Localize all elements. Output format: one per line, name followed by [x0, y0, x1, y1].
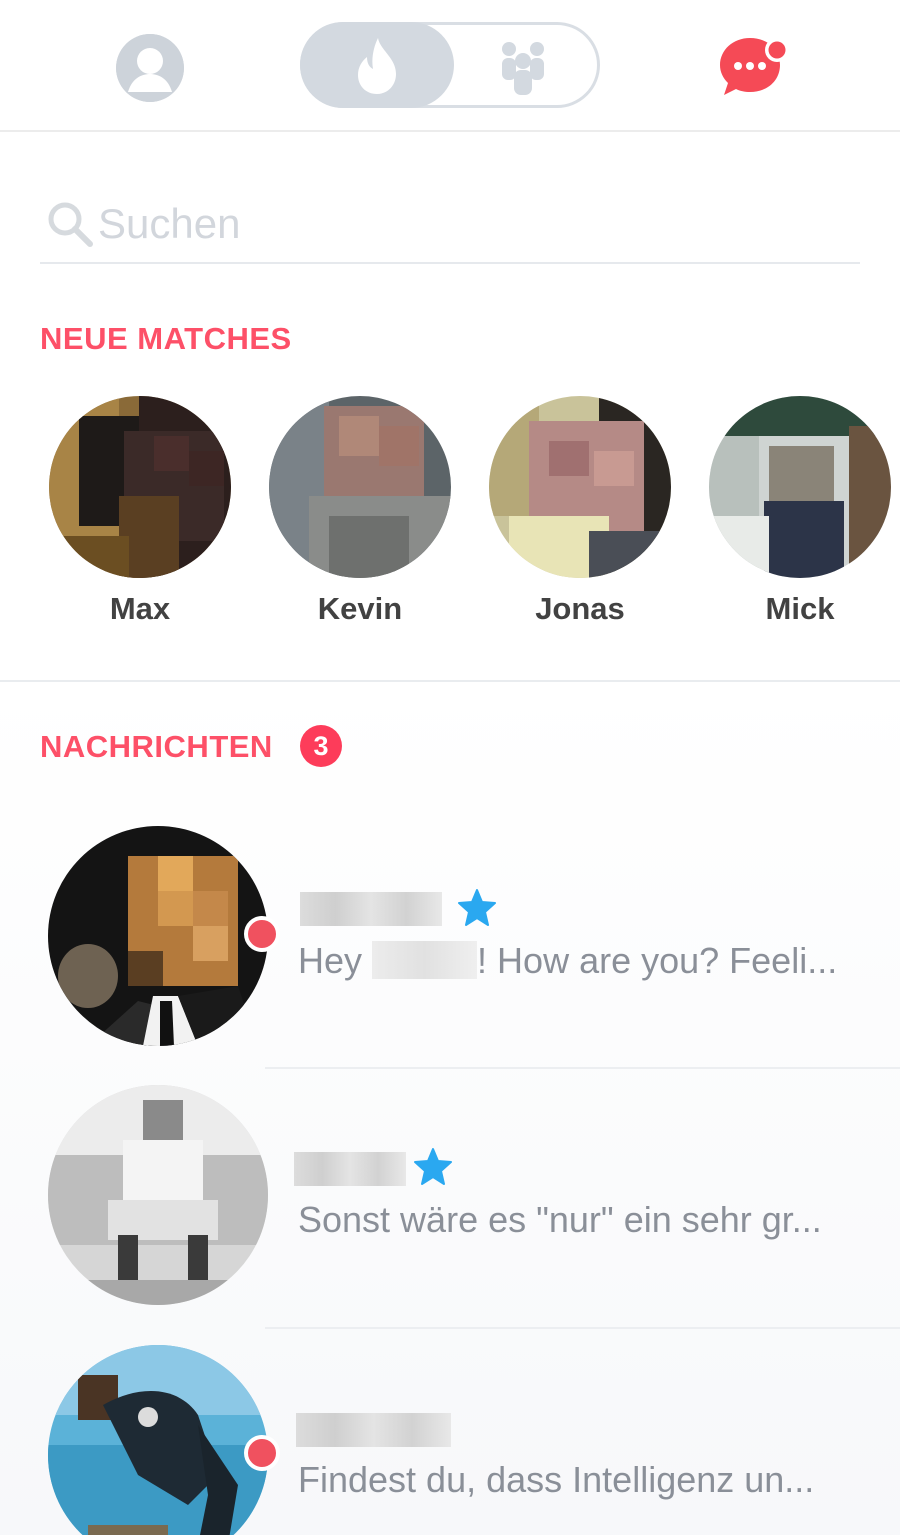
flame-icon — [358, 38, 396, 94]
chat-icon — [720, 38, 789, 95]
preview-start: Hey — [298, 940, 363, 981]
row-separator — [265, 1327, 900, 1329]
avatar-photo — [48, 1085, 268, 1305]
unread-indicator — [244, 916, 280, 952]
avatar[interactable] — [269, 396, 451, 578]
avatar[interactable] — [48, 826, 268, 1046]
match-item-max[interactable]: Max — [40, 396, 240, 636]
avatar-photo — [709, 396, 891, 578]
message-item[interactable]: Sonst wäre es "nur" ein sehr gr... — [0, 1067, 900, 1327]
social-icon[interactable] — [493, 37, 553, 97]
message-preview: Findest du, dass Intelligenz un... — [298, 1459, 815, 1500]
mode-toggle[interactable] — [300, 22, 600, 108]
new-matches-list: Max Kevin Jonas Mick — [0, 396, 900, 636]
avatar[interactable] — [48, 1345, 268, 1535]
messages-count-badge: 3 — [300, 725, 342, 767]
avatar-photo — [49, 396, 231, 578]
match-name: Mick — [765, 591, 835, 626]
unread-indicator — [244, 1435, 280, 1471]
match-name: Kevin — [317, 591, 403, 626]
search-input[interactable] — [98, 194, 798, 254]
avatar-photo — [269, 396, 451, 578]
match-name: Max — [109, 591, 171, 626]
preview-end: ! How are you? Feeli... — [477, 940, 838, 981]
search-icon — [48, 202, 93, 247]
super-like-star-icon — [414, 1148, 452, 1185]
avatar[interactable] — [48, 1085, 268, 1305]
match-item-mick[interactable]: Mick — [700, 396, 900, 636]
message-preview: Hey ! How are you? Feeli... — [298, 940, 837, 982]
profile-button[interactable] — [116, 34, 184, 102]
avatar[interactable] — [709, 396, 891, 578]
search-bar[interactable] — [40, 190, 860, 264]
avatar-photo — [48, 826, 268, 1046]
super-like-star-icon — [458, 889, 496, 926]
message-item[interactable]: Findest du, dass Intelligenz un... — [0, 1327, 900, 1535]
messages-button[interactable] — [716, 32, 796, 102]
top-nav-bar — [0, 0, 900, 132]
avatar-photo — [48, 1345, 268, 1535]
avatar[interactable] — [489, 396, 671, 578]
profile-icon — [116, 34, 184, 102]
redacted-name-inline — [372, 941, 478, 979]
message-preview: Sonst wäre es "nur" ein sehr gr... — [298, 1199, 822, 1240]
messages-title: NACHRICHTEN — [40, 729, 273, 764]
match-item-kevin[interactable]: Kevin — [260, 396, 460, 636]
match-name: Jonas — [535, 591, 625, 626]
toggle-knob-discover[interactable] — [300, 22, 454, 108]
new-matches-title: NEUE MATCHES — [40, 321, 292, 356]
avatar-photo — [489, 396, 671, 578]
message-item[interactable]: Hey ! How are you? Feeli... — [0, 808, 900, 1068]
row-separator — [265, 1067, 900, 1069]
redacted-name — [296, 1413, 451, 1447]
match-item-jonas[interactable]: Jonas — [480, 396, 680, 636]
redacted-name — [300, 892, 442, 926]
avatar[interactable] — [49, 396, 231, 578]
redacted-name — [294, 1152, 406, 1186]
